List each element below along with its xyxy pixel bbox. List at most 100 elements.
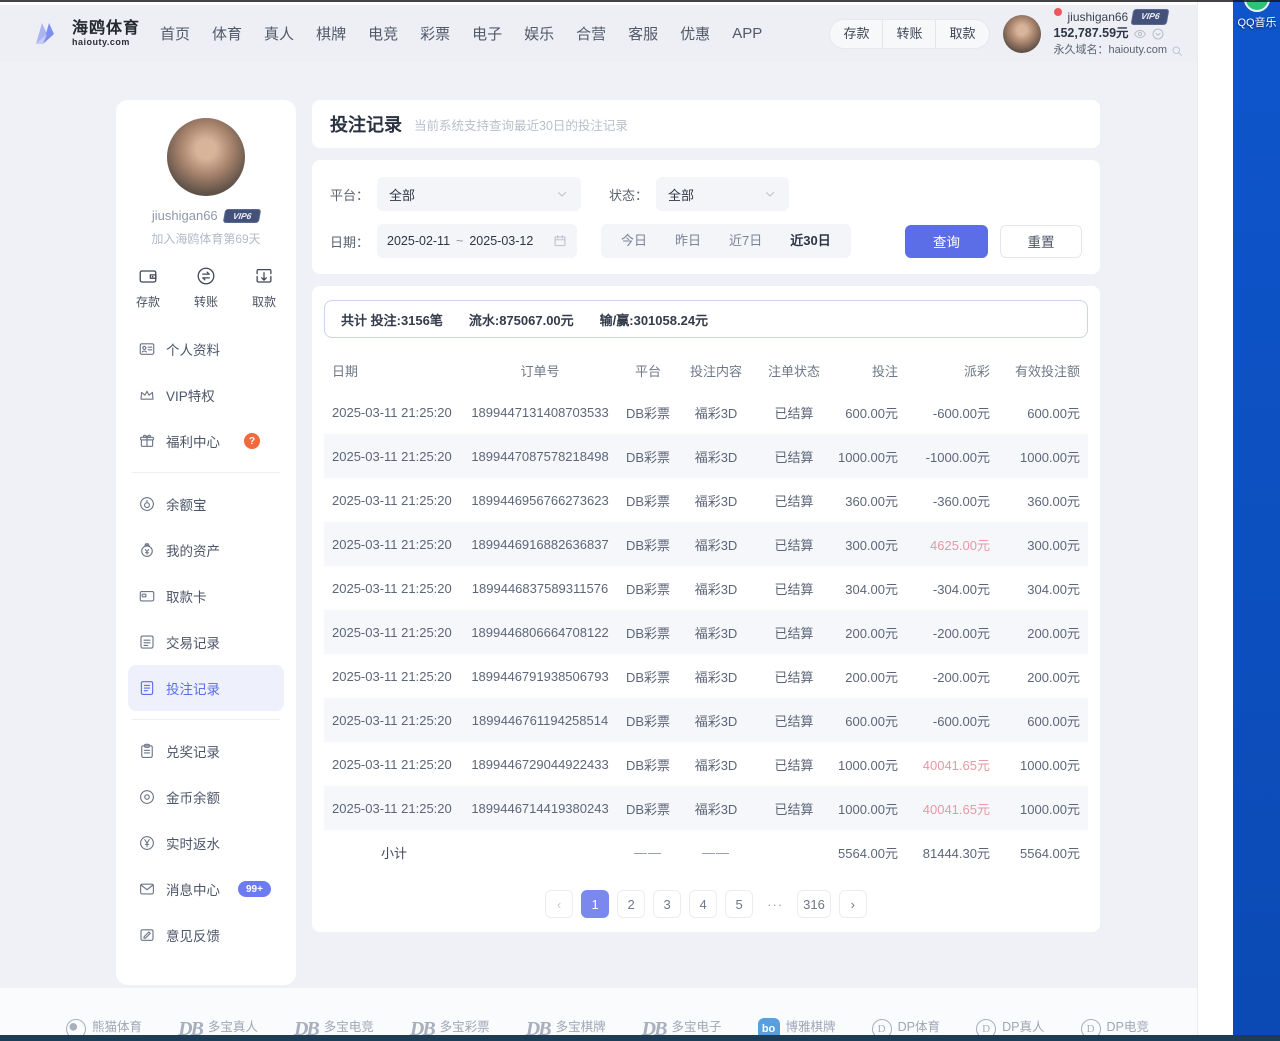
sidebar-menu-item[interactable]: 兑奖记录 — [128, 728, 284, 774]
username: jiushigan66 — [152, 208, 218, 223]
quick-range-button[interactable]: 昨日 — [661, 224, 715, 258]
table-row: 2025-03-11 21:25:20 1899447131408703533 … — [324, 390, 1088, 434]
balance-amount: 152,787.59元 — [1054, 25, 1129, 43]
summary-winloss: 输/赢:301058.24元 — [600, 310, 708, 329]
chevron-down-icon — [763, 187, 777, 201]
quick-range-button[interactable]: 今日 — [607, 224, 661, 258]
redeem-icon — [138, 742, 156, 760]
search-icon[interactable] — [1171, 45, 1183, 57]
partner-logo: DB 多宝电竞 — [294, 1016, 374, 1035]
main-content: 投注记录 当前系统支持查询最近30日的投注记录 平台： 全部 状态： 全部 日期… — [312, 100, 1100, 932]
brand-logo[interactable]: 海鸥体育 haiouty.com — [30, 17, 140, 51]
page-number-button[interactable]: 2 — [617, 890, 645, 918]
table-row: 2025-03-11 21:25:20 1899446729044922433 … — [324, 742, 1088, 786]
nav-menu-item[interactable]: 体育 — [212, 23, 242, 44]
quick-action-button[interactable]: 取款 — [252, 265, 276, 310]
sidebar-menu-item[interactable]: 消息中心 99+ — [128, 866, 284, 912]
platform-label: 平台： — [330, 185, 369, 204]
filters-card: 平台： 全部 状态： 全部 日期： 2025-02-11 ~ 2025-03-1… — [312, 160, 1100, 274]
nav-menu-item[interactable]: 优惠 — [680, 23, 710, 44]
sidebar-menu-item[interactable]: 投注记录 — [128, 665, 284, 711]
sidebar-menu-item[interactable]: 交易记录 — [128, 619, 284, 665]
join-days-text: 加入海鸥体育第69天 — [151, 230, 260, 247]
profile-block: jiushigan66 VIP6 加入海鸥体育第69天 — [128, 118, 284, 247]
browser-page: 海鸥体育 haiouty.com 首页 体育 真人 棋牌 电竞 彩票 电子 娱乐 — [0, 0, 1197, 1035]
sidebar-menu-item[interactable]: 我的资产 — [128, 527, 284, 573]
taskbar[interactable] — [0, 1035, 1280, 1041]
wallet-action-button[interactable]: 转账 — [882, 20, 935, 48]
permanent-domain-note: 永久域名：haiouty.com — [1054, 43, 1168, 58]
page-number-button[interactable]: 3 — [653, 890, 681, 918]
page-number-button[interactable]: 5 — [725, 890, 753, 918]
quick-range-button[interactable]: 近30日 — [776, 224, 844, 258]
nav-menu-item[interactable]: APP — [732, 25, 762, 42]
sidebar-menu-item[interactable]: 意见反馈 — [128, 912, 284, 958]
sidebar-menu-item[interactable]: 金币余额 — [128, 774, 284, 820]
sidebar-menu-item[interactable]: 余额宝 — [128, 481, 284, 527]
avatar[interactable] — [167, 118, 245, 196]
table-header-row: 日期 订单号 平台 投注内容 注单状态 投注 派彩 有效投注额 — [324, 350, 1088, 390]
eye-icon[interactable] — [1133, 27, 1147, 41]
status-select[interactable]: 全部 — [656, 177, 789, 211]
summary-bar: 共计 投注:3156笔 流水:875067.00元 输/赢:301058.24元 — [324, 300, 1088, 338]
sidebar-menu-item[interactable]: 福利中心 ? — [128, 418, 284, 464]
page-number-button[interactable]: 4 — [689, 890, 717, 918]
refresh-balance-icon[interactable] — [1151, 27, 1165, 41]
summary-turnover: 流水:875067.00元 — [469, 310, 574, 329]
user-info-block: jiushigan66 VIP6 152,787.59元 永久域名：haiout… — [1054, 9, 1184, 59]
sidebar-menu-item[interactable]: VIP特权 — [128, 372, 284, 418]
sidebar-menu-item[interactable]: 个人资料 — [128, 326, 284, 372]
nav-menu-item[interactable]: 电竞 — [368, 23, 398, 44]
page-number-button[interactable]: 1 — [581, 890, 609, 918]
wallet-action-button[interactable]: 取款 — [935, 20, 988, 48]
desktop-background: QQ音乐 — [1233, 0, 1280, 1035]
assets-icon — [138, 541, 156, 559]
partner-logo-glyph: D — [872, 1019, 892, 1035]
partner-logo: DB 多宝真人 — [178, 1016, 258, 1035]
scrollbar-track[interactable] — [1197, 0, 1233, 1035]
partner-logo-glyph: D — [976, 1019, 996, 1035]
avatar[interactable] — [1003, 15, 1041, 53]
nav-menu-item[interactable]: 客服 — [628, 23, 658, 44]
search-button[interactable]: 查询 — [905, 225, 988, 258]
nav-menu-item[interactable]: 首页 — [160, 23, 190, 44]
table-card: 共计 投注:3156笔 流水:875067.00元 输/赢:301058.24元… — [312, 286, 1100, 932]
page-title: 投注记录 — [330, 111, 402, 137]
withdraw-icon — [253, 265, 275, 287]
sidebar-menu-item[interactable]: 取款卡 — [128, 573, 284, 619]
quick-action-button[interactable]: 存款 — [136, 265, 160, 310]
calendar-icon — [553, 234, 567, 248]
date-label: 日期： — [330, 232, 369, 251]
reset-button[interactable]: 重置 — [1000, 225, 1082, 258]
prev-page-button[interactable]: ‹ — [545, 890, 573, 918]
wallet-action-button[interactable]: 存款 — [830, 20, 882, 48]
quick-range-button[interactable]: 近7日 — [715, 224, 776, 258]
platform-select[interactable]: 全部 — [377, 177, 581, 211]
subtotal-row: 小计 —— —— 5564.00元 81444.30元 5564.00元 — [324, 830, 1088, 874]
partner-logo: DB 多宝电子 — [642, 1016, 722, 1035]
partner-logo-glyph: DB — [294, 1018, 318, 1036]
quick-action-button[interactable]: 转账 — [194, 265, 218, 310]
next-page-button[interactable]: › — [839, 890, 867, 918]
nav-menu-item[interactable]: 娱乐 — [524, 23, 554, 44]
page-number-button[interactable]: 316 — [797, 890, 831, 918]
qq-music-desktop-icon[interactable]: QQ音乐 — [1237, 0, 1277, 30]
nav-menu-item[interactable]: 电子 — [472, 23, 502, 44]
nav-menu-item[interactable]: 棋牌 — [316, 23, 346, 44]
vip-badge: VIP6 — [1131, 9, 1170, 25]
chevron-down-icon — [555, 187, 569, 201]
nav-menu-item[interactable]: 彩票 — [420, 23, 450, 44]
help-badge[interactable]: ? — [244, 433, 260, 449]
brand-name: 海鸥体育 — [72, 20, 140, 38]
page-header-card: 投注记录 当前系统支持查询最近30日的投注记录 — [312, 100, 1100, 148]
page-number-button[interactable]: ··· — [761, 890, 789, 918]
table-row: 2025-03-11 21:25:20 1899447087578218498 … — [324, 434, 1088, 478]
transfer-icon — [195, 265, 217, 287]
partner-logo-glyph: DB — [410, 1018, 434, 1036]
date-range-input[interactable]: 2025-02-11 ~ 2025-03-12 — [377, 224, 577, 258]
quick-actions: 存款 转账 取款 — [128, 265, 284, 310]
nav-menu-item[interactable]: 真人 — [264, 23, 294, 44]
sidebar-menu-item[interactable]: 实时返水 — [128, 820, 284, 866]
nav-menu-item[interactable]: 合营 — [576, 23, 606, 44]
wallet-actions-pill: 存款 转账 取款 — [829, 19, 989, 49]
